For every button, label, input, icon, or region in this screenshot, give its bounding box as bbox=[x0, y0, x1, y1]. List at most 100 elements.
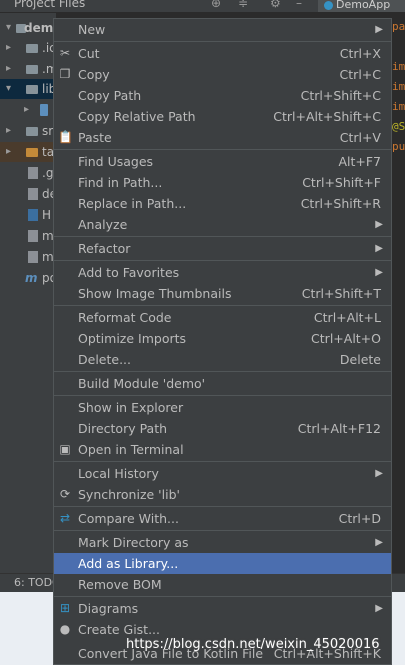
sync-icon: ⟳ bbox=[59, 487, 71, 501]
menu-item-build-module[interactable]: Build Module 'demo' bbox=[54, 373, 391, 394]
menu-separator bbox=[54, 596, 391, 597]
menu-item-copy-relative-path[interactable]: Copy Relative Path Ctrl+Alt+Shift+C bbox=[54, 106, 391, 127]
submenu-arrow-icon: ▶ bbox=[375, 243, 383, 254]
menu-item-shortcut: Ctrl+V bbox=[339, 130, 381, 145]
collapse-icon[interactable]: ≑ bbox=[238, 0, 248, 10]
tree-item-lib[interactable]: ▾ lib bbox=[0, 79, 56, 99]
tree-item[interactable]: H bbox=[0, 205, 56, 225]
tree-item-target[interactable]: ▸ ta bbox=[0, 142, 56, 162]
menu-item-reformat-code[interactable]: Reformat Code Ctrl+Alt+L bbox=[54, 307, 391, 328]
menu-item-paste[interactable]: 📋 Paste Ctrl+V bbox=[54, 127, 391, 148]
menu-item-shortcut: Ctrl+Shift+C bbox=[300, 88, 381, 103]
scissors-icon: ✂ bbox=[59, 46, 71, 60]
chevron-right-icon[interactable]: ▸ bbox=[6, 59, 11, 79]
editor-tab[interactable]: DemoApp bbox=[318, 0, 405, 12]
menu-item-label: Reformat Code bbox=[78, 310, 172, 325]
menu-item-diagrams[interactable]: ⊞ Diagrams ▶ bbox=[54, 598, 391, 619]
tree-item-label: sr bbox=[42, 124, 54, 138]
tree-item[interactable]: de bbox=[0, 184, 56, 204]
menu-item-label: Add to Favorites bbox=[78, 265, 180, 280]
folder-icon bbox=[26, 65, 38, 74]
crosshair-icon[interactable]: ⊕ bbox=[211, 0, 221, 10]
menu-item-label: Analyze bbox=[78, 217, 128, 232]
menu-item-analyze[interactable]: Analyze ▶ bbox=[54, 214, 391, 235]
menu-item-optimize-imports[interactable]: Optimize Imports Ctrl+Alt+O bbox=[54, 328, 391, 349]
tree-root[interactable]: ▾ demo bbox=[0, 18, 56, 38]
compare-icon: ⇄ bbox=[59, 511, 71, 525]
code-fragment: pa bbox=[392, 20, 405, 33]
menu-item-new[interactable]: New ▶ bbox=[54, 19, 391, 40]
folder-icon bbox=[26, 127, 38, 136]
expand-arrow-icon[interactable]: ▾ bbox=[6, 18, 11, 38]
menu-item-shortcut: Ctrl+Alt+F12 bbox=[297, 421, 381, 436]
menu-item-find-in-path[interactable]: Find in Path... Ctrl+Shift+F bbox=[54, 172, 391, 193]
tree-item[interactable]: m bbox=[0, 247, 56, 267]
tree-item[interactable]: ▸ sr bbox=[0, 121, 56, 141]
menu-item-label: Open in Terminal bbox=[78, 442, 184, 457]
chevron-right-icon[interactable]: ▸ bbox=[6, 121, 11, 141]
minimize-icon[interactable]: – bbox=[296, 0, 302, 10]
editor-area[interactable]: pa im im im @S pu bbox=[392, 13, 405, 573]
chevron-right-icon[interactable]: ▸ bbox=[6, 38, 11, 58]
menu-item-open-in-terminal[interactable]: ▣ Open in Terminal bbox=[54, 439, 391, 460]
menu-item-label: Copy Path bbox=[78, 88, 142, 103]
chevron-right-icon[interactable]: ▸ bbox=[6, 142, 11, 162]
menu-item-label: Copy bbox=[78, 67, 110, 82]
terminal-icon: ▣ bbox=[59, 442, 71, 456]
gear-icon[interactable]: ⚙ bbox=[270, 0, 281, 10]
menu-item-add-to-favorites[interactable]: Add to Favorites ▶ bbox=[54, 262, 391, 283]
menu-item-add-as-library[interactable]: Add as Library... bbox=[54, 553, 391, 574]
file-icon bbox=[28, 188, 38, 200]
menu-item-label: Build Module 'demo' bbox=[78, 376, 206, 391]
menu-item-label: Find Usages bbox=[78, 154, 154, 169]
menu-item-label: Copy Relative Path bbox=[78, 109, 196, 124]
menu-item-label: Directory Path bbox=[78, 421, 168, 436]
menu-item-directory-path[interactable]: Directory Path Ctrl+Alt+F12 bbox=[54, 418, 391, 439]
html-file-icon bbox=[28, 209, 38, 221]
menu-separator bbox=[54, 371, 391, 372]
menu-item-shortcut: Delete bbox=[339, 352, 381, 367]
menu-item-refactor[interactable]: Refactor ▶ bbox=[54, 238, 391, 259]
chevron-right-icon[interactable]: ▸ bbox=[24, 100, 29, 120]
code-fragment: im bbox=[392, 100, 405, 113]
project-files-title[interactable]: Project Files bbox=[14, 0, 85, 10]
menu-item-delete[interactable]: Delete... Delete bbox=[54, 349, 391, 370]
menu-item-local-history[interactable]: Local History ▶ bbox=[54, 463, 391, 484]
menu-item-copy-path[interactable]: Copy Path Ctrl+Shift+C bbox=[54, 85, 391, 106]
tree-item[interactable]: m po bbox=[0, 268, 56, 288]
menu-item-show-image-thumbnails[interactable]: Show Image Thumbnails Ctrl+Shift+T bbox=[54, 283, 391, 304]
menu-item-copy[interactable]: ❐ Copy Ctrl+C bbox=[54, 64, 391, 85]
menu-item-label: Add as Library... bbox=[78, 556, 179, 571]
tree-item[interactable]: .g bbox=[0, 163, 56, 183]
watermark: https://blog.csdn.net/weixin_45020016 bbox=[126, 637, 380, 652]
menu-item-find-usages[interactable]: Find Usages Alt+F7 bbox=[54, 151, 391, 172]
menu-item-shortcut: Ctrl+Alt+O bbox=[311, 331, 381, 346]
menu-item-show-in-explorer[interactable]: Show in Explorer bbox=[54, 397, 391, 418]
tree-root-label: demo bbox=[24, 21, 56, 35]
menu-item-shortcut: Ctrl+Alt+Shift+C bbox=[273, 109, 381, 124]
code-fragment: @S bbox=[392, 120, 405, 133]
menu-item-compare-with[interactable]: ⇄ Compare With... Ctrl+D bbox=[54, 508, 391, 529]
folder-icon bbox=[26, 85, 38, 94]
project-tree: ▾ demo ▸ .ic ▸ .m ▾ lib ▸ ▸ sr ▸ ta .g d… bbox=[0, 13, 56, 573]
menu-item-remove-bom[interactable]: Remove BOM bbox=[54, 574, 391, 595]
menu-separator bbox=[54, 149, 391, 150]
menu-item-synchronize[interactable]: ⟳ Synchronize 'lib' bbox=[54, 484, 391, 505]
menu-item-replace-in-path[interactable]: Replace in Path... Ctrl+Shift+R bbox=[54, 193, 391, 214]
tree-item-label: m bbox=[42, 250, 54, 264]
menu-item-shortcut: Ctrl+C bbox=[339, 67, 381, 82]
tree-item[interactable]: ▸ .ic bbox=[0, 38, 56, 58]
editor-tab-label: DemoApp bbox=[336, 0, 391, 11]
menu-item-shortcut: Ctrl+X bbox=[339, 46, 381, 61]
file-icon bbox=[28, 167, 38, 179]
menu-item-mark-directory-as[interactable]: Mark Directory as ▶ bbox=[54, 532, 391, 553]
expand-arrow-icon[interactable]: ▾ bbox=[6, 79, 11, 99]
tree-item[interactable]: m bbox=[0, 226, 56, 246]
code-fragment: im bbox=[392, 80, 405, 93]
menu-item-cut[interactable]: ✂ Cut Ctrl+X bbox=[54, 43, 391, 64]
tree-item[interactable]: ▸ bbox=[0, 100, 56, 120]
submenu-arrow-icon: ▶ bbox=[375, 219, 383, 230]
menu-item-label: Synchronize 'lib' bbox=[78, 487, 180, 502]
menu-separator bbox=[54, 461, 391, 462]
tree-item[interactable]: ▸ .m bbox=[0, 59, 56, 79]
